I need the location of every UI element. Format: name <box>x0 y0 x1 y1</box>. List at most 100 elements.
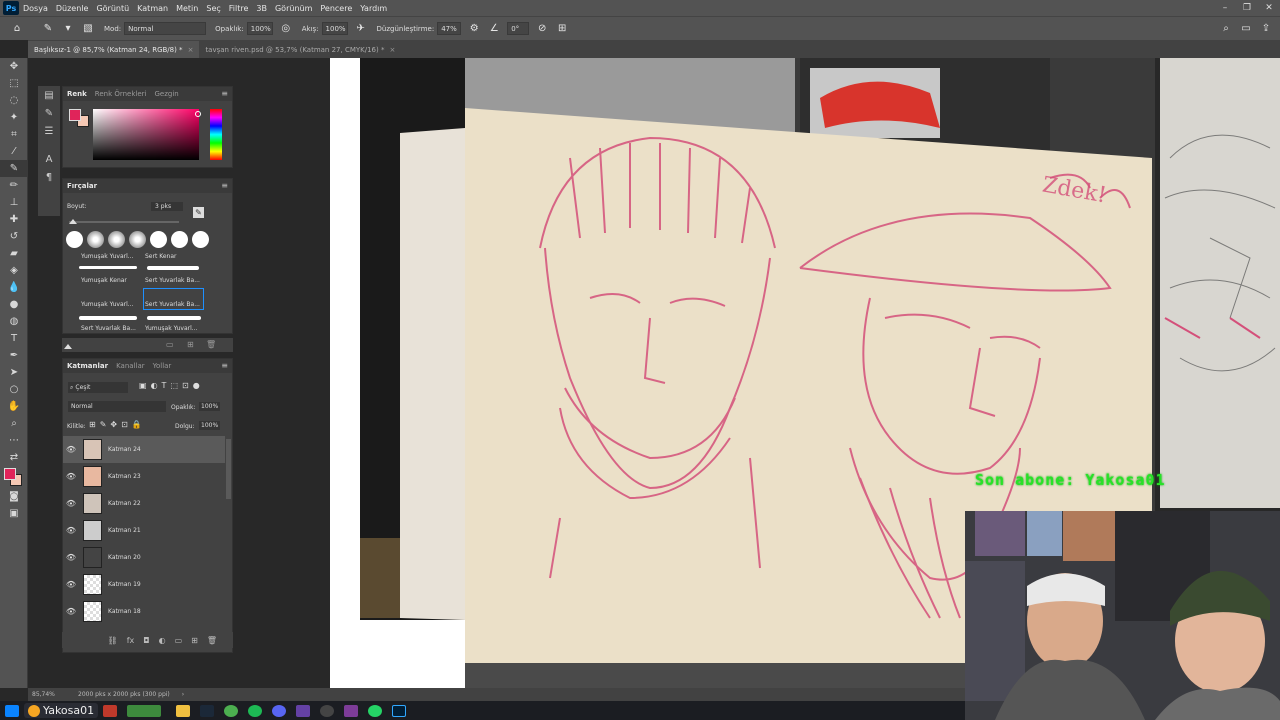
tab-tavsan-riven[interactable]: tavşan riven.psd @ 53,7% (Katman 27, CMY… <box>199 41 401 58</box>
character-icon[interactable]: A <box>38 150 60 168</box>
size-field[interactable]: 3 pks <box>151 202 183 211</box>
move-tool-icon[interactable]: ✥ <box>0 58 28 75</box>
steam-icon[interactable] <box>200 704 215 717</box>
layer-row[interactable]: 👁 Katman 19 <box>63 571 225 598</box>
menu-file[interactable]: Dosya <box>23 4 48 13</box>
brush-stroke-preview[interactable] <box>79 266 137 269</box>
size-slider[interactable] <box>69 221 179 223</box>
foreground-color-swatch[interactable] <box>4 468 16 480</box>
opacity-field[interactable]: 100% <box>246 22 273 35</box>
restore-icon[interactable]: ❐ <box>1236 0 1258 16</box>
color-picker-cursor[interactable] <box>195 111 201 117</box>
lasso-tool-icon[interactable]: ◌ <box>0 92 28 109</box>
layer-row[interactable]: 👁 Katman 21 <box>63 517 225 544</box>
folder-icon[interactable]: ▭ <box>166 340 174 349</box>
brush-tool-icon[interactable]: ✎ <box>0 160 28 177</box>
trash-icon[interactable]: 🗑 <box>207 636 217 645</box>
panel-menu-icon[interactable]: ≡ <box>221 89 228 98</box>
discord-icon[interactable] <box>272 704 287 717</box>
flow-field[interactable]: 100% <box>321 22 348 35</box>
eyedropper-tool-icon[interactable]: ⁄ <box>0 143 28 160</box>
healing-tool-icon[interactable]: ✚ <box>0 211 28 228</box>
tab-paths[interactable]: Yollar <box>153 362 172 370</box>
brush-preset-picker-icon[interactable]: ▾ <box>61 22 75 36</box>
smoothing-settings-gear-icon[interactable]: ⚙ <box>467 22 481 36</box>
folder-icon[interactable] <box>176 704 191 717</box>
layer-row[interactable]: 👁 Katman 18 <box>63 598 225 625</box>
photoshop-taskbar-icon[interactable] <box>392 704 407 717</box>
layers-scrollbar[interactable] <box>226 439 231 499</box>
eye-icon[interactable]: 👁 <box>63 580 79 589</box>
blur-tool-icon[interactable]: 💧 <box>0 279 28 296</box>
app-icon[interactable] <box>344 704 359 717</box>
layer-row[interactable]: 👁 Katman 24 <box>63 436 225 463</box>
pencil-tool-icon[interactable]: ✏ <box>0 177 28 194</box>
paragraph-icon[interactable]: ¶ <box>38 168 60 186</box>
trash-icon[interactable]: 🗑 <box>206 340 216 349</box>
group-icon[interactable]: ▭ <box>175 636 183 645</box>
brush-preset-soft-round[interactable] <box>87 231 104 248</box>
menu-help[interactable]: Yardım <box>360 4 387 13</box>
eraser-tool-icon[interactable]: ▰ <box>0 245 28 262</box>
brush-tool-icon[interactable]: ✎ <box>41 22 55 36</box>
home-icon[interactable]: ⌂ <box>10 22 24 36</box>
app-icon[interactable] <box>127 704 162 717</box>
eye-icon[interactable]: 👁 <box>63 472 79 481</box>
blend-mode-select[interactable]: Normal <box>68 401 166 412</box>
menu-type[interactable]: Metin <box>176 4 198 13</box>
brush-settings-icon[interactable]: ✎ <box>38 104 60 122</box>
history-icon[interactable]: ▤ <box>38 86 60 104</box>
pen-tool-icon[interactable]: ✒ <box>0 347 28 364</box>
lock-transparent-icon[interactable]: ⊞ <box>89 420 96 429</box>
pixel-filter-icon[interactable]: ▣ <box>139 381 147 390</box>
new-brush-icon[interactable]: ⊞ <box>187 340 194 349</box>
brush-settings-icon[interactable]: ▧ <box>81 22 95 36</box>
menu-window[interactable]: Pencere <box>320 4 352 13</box>
obs-icon[interactable] <box>320 704 335 717</box>
brush-preset-soft-round[interactable] <box>108 231 125 248</box>
size-slider-handle[interactable] <box>69 219 77 224</box>
panel-menu-icon[interactable]: ≡ <box>221 361 228 370</box>
tab-navigator[interactable]: Gezgin <box>155 90 179 98</box>
adjustment-filter-icon[interactable]: ◐ <box>151 381 158 390</box>
smart-object-filter-icon[interactable]: ⊡ <box>182 381 189 390</box>
menu-filter[interactable]: Filtre <box>229 4 249 13</box>
layer-row[interactable]: 👁 Katman 23 <box>63 463 225 490</box>
pressure-opacity-icon[interactable]: ◎ <box>279 22 293 36</box>
quick-mask-icon[interactable]: ◙ <box>0 488 28 505</box>
adjustment-layer-icon[interactable]: ◐ <box>159 636 166 645</box>
shape-filter-icon[interactable]: ⬚ <box>170 381 178 390</box>
hand-tool-icon[interactable]: ✋ <box>0 398 28 415</box>
crop-tool-icon[interactable]: ⌗ <box>0 126 28 143</box>
path-select-tool-icon[interactable]: ➤ <box>0 364 28 381</box>
app-icon[interactable] <box>103 704 118 717</box>
color-swatches[interactable] <box>0 466 28 488</box>
brush-stroke-preview[interactable] <box>147 266 199 270</box>
menu-edit[interactable]: Düzenle <box>56 4 89 13</box>
type-tool-icon[interactable]: T <box>0 330 28 347</box>
airbrush-icon[interactable]: ✈ <box>354 22 368 36</box>
lock-pixels-icon[interactable]: ✎ <box>100 420 107 429</box>
symmetry-icon[interactable]: ⊞ <box>555 22 569 36</box>
close-icon[interactable]: × <box>188 46 194 54</box>
link-layers-icon[interactable]: ⛓ <box>108 636 118 645</box>
whatsapp-icon[interactable] <box>368 704 383 717</box>
brush-preset-hard-round[interactable] <box>150 231 167 248</box>
tab-layers[interactable]: Katmanlar <box>67 362 108 370</box>
menu-image[interactable]: Görüntü <box>96 4 129 13</box>
zoom-tool-icon[interactable]: ⌕ <box>0 415 28 432</box>
lock-all-icon[interactable]: 🔒 <box>132 420 142 429</box>
chrome-icon[interactable] <box>224 704 239 717</box>
filter-toggle-icon[interactable]: ● <box>193 381 200 390</box>
eye-icon[interactable]: 👁 <box>63 499 79 508</box>
close-icon[interactable]: ✕ <box>1258 0 1280 16</box>
zoom-level[interactable]: 85,74% <box>32 691 72 698</box>
brush-preset-hard-round[interactable] <box>192 231 209 248</box>
lock-position-icon[interactable]: ✥ <box>110 420 117 429</box>
eye-icon[interactable]: 👁 <box>63 526 79 535</box>
add-mask-icon[interactable]: ◘ <box>143 636 149 645</box>
adjustments-icon[interactable]: ☰ <box>38 122 60 140</box>
menu-3d[interactable]: 3B <box>256 4 267 13</box>
app-icon[interactable] <box>296 704 311 717</box>
artboard-icon[interactable]: ⊡ <box>121 420 128 429</box>
